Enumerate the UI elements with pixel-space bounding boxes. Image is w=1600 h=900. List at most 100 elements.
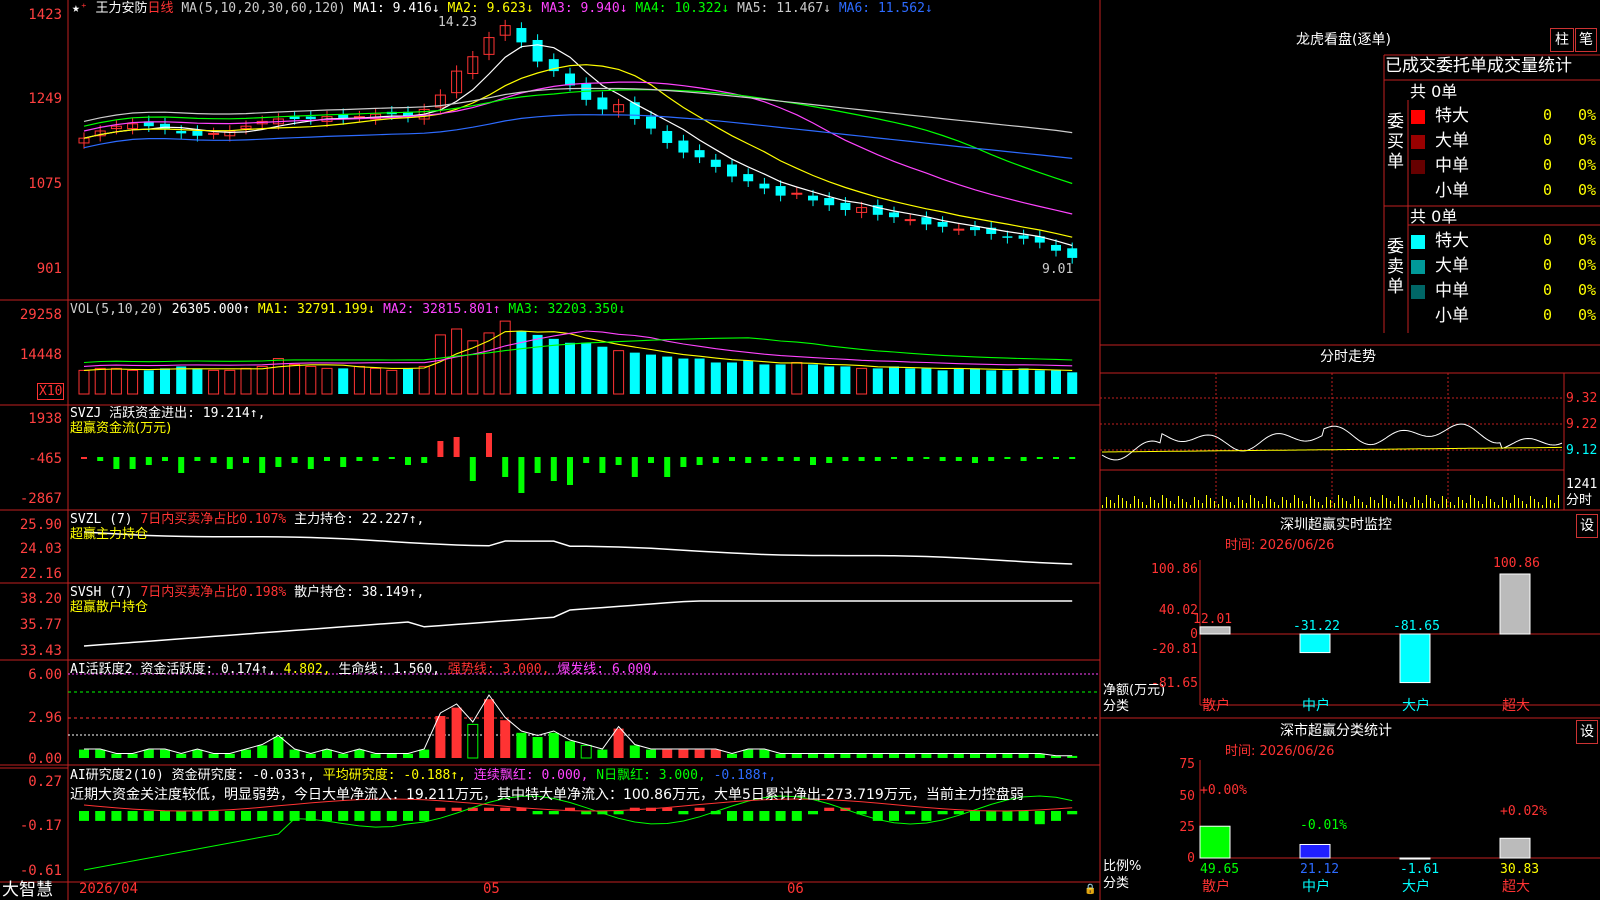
buy-swatch xyxy=(1411,185,1425,199)
intraday-volume-bar xyxy=(1406,502,1407,508)
activity-bar xyxy=(824,753,835,758)
ma4-value: MA4: 10.322↓ xyxy=(635,1,730,16)
intraday-volume-bar xyxy=(1198,500,1199,508)
intraday-volume-bar xyxy=(1246,503,1247,508)
bar-mode-button[interactable]: 柱 xyxy=(1550,28,1574,52)
svsh-title: 超赢散户持仓 xyxy=(70,600,149,615)
activity-bar xyxy=(565,741,575,758)
monitor-settings-button[interactable]: 设 xyxy=(1576,514,1598,538)
activity-bar xyxy=(208,753,219,758)
buy-row-pct: 0% xyxy=(1578,106,1597,124)
sell-swatch xyxy=(1411,235,1425,249)
volume-bar xyxy=(1018,368,1029,394)
intraday-volume-bar xyxy=(1302,501,1303,508)
intraday-volume-bar xyxy=(1298,498,1299,508)
svzl-tick: 22.16 xyxy=(19,566,62,582)
fund-flow-bar xyxy=(988,457,995,461)
research-bar xyxy=(824,807,835,811)
volume-bar xyxy=(662,356,673,394)
tick-mode-button[interactable]: 笔 xyxy=(1575,28,1597,52)
intraday-volume-bar xyxy=(1386,498,1387,508)
fund-flow-bar xyxy=(97,457,104,461)
research-bar xyxy=(986,811,997,821)
period-label[interactable]: 日线 xyxy=(148,1,174,16)
class-ylabel: 比例% xyxy=(1103,859,1142,874)
fund-flow-bar xyxy=(340,457,347,467)
ma5-value: MA5: 11.467↓ xyxy=(737,1,831,16)
class-settings-button[interactable]: 设 xyxy=(1576,720,1598,744)
candle-down xyxy=(759,183,770,189)
monitor-tick: 40.02 xyxy=(1158,603,1198,618)
svzj-title: 超赢资金流(万元) xyxy=(70,421,172,436)
research-bar xyxy=(208,811,219,821)
intraday-volume-bar xyxy=(1506,500,1507,508)
activity-bar xyxy=(629,745,640,758)
fund-flow-bar xyxy=(210,457,217,463)
fund-flow-bar xyxy=(793,457,800,461)
activity-bar xyxy=(516,732,527,758)
class-tick: 50 xyxy=(1179,789,1195,804)
volume-bar xyxy=(516,330,527,394)
candle-down xyxy=(889,212,899,218)
sell-row-pct: 0% xyxy=(1578,281,1597,299)
fund-flow-bar xyxy=(307,457,314,469)
intraday-volume-bar xyxy=(1426,495,1427,508)
intraday-volume-bar xyxy=(1282,497,1283,508)
activity-bar xyxy=(662,749,673,758)
intraday-volume-bar xyxy=(1454,505,1455,508)
intraday-volume-bar xyxy=(1522,501,1523,508)
research-bar xyxy=(889,811,899,821)
activity-bar xyxy=(889,753,899,758)
intraday-volume-bar xyxy=(1286,500,1287,508)
research-bar xyxy=(678,811,689,815)
monitor-xlabel: 分类 xyxy=(1103,699,1130,714)
intraday-volume-bar xyxy=(1338,495,1339,508)
ai1-lifeline: 生命线: 1.560, xyxy=(338,662,441,677)
volume-bar xyxy=(1002,370,1013,394)
volume-bar xyxy=(127,369,139,395)
intraday-volume-bar xyxy=(1418,500,1419,508)
volume-bar xyxy=(78,369,90,395)
main-legend: ★⁺ 王力安防日线 MA(5,10,20,30,60,120) MA1: 9.4… xyxy=(72,1,933,16)
main-chart-canvas[interactable] xyxy=(0,0,1600,900)
class-bar-value: 30.83 xyxy=(1500,862,1540,877)
fund-flow-bar xyxy=(1053,457,1059,459)
volume-bar xyxy=(1067,372,1078,394)
lock-icon[interactable]: 🔒 xyxy=(1084,882,1096,897)
brand-logo[interactable]: 大智慧 xyxy=(2,881,53,900)
research-bar xyxy=(775,811,786,821)
sell-row-pct: 0% xyxy=(1578,231,1597,249)
candle-up xyxy=(208,132,220,135)
class-bar-pct: +0.00% xyxy=(1200,783,1247,798)
research-bar xyxy=(921,811,932,821)
price-tick: 1075 xyxy=(28,176,62,192)
research-bar xyxy=(759,811,770,821)
volume-bar xyxy=(565,342,575,394)
ai2-tick: 0.27 xyxy=(28,774,62,790)
star-icon[interactable]: ★ xyxy=(72,1,80,16)
ma-line-1 xyxy=(83,44,1073,247)
volume-bar xyxy=(759,364,770,394)
intraday-volume-bar xyxy=(1218,504,1219,508)
sell-row-name: 大单 xyxy=(1435,256,1469,276)
vol-legend: VOL(5,10,20) 26305.000↑ MA1: 32791.199↓ … xyxy=(70,302,626,317)
buy-total: 共 0单 xyxy=(1410,82,1458,101)
intraday-vol-label: 1241 xyxy=(1566,477,1598,492)
fund-flow-bar xyxy=(842,457,849,461)
candle-down xyxy=(694,150,705,158)
intraday-tick: 9.12 xyxy=(1566,443,1598,458)
monitor-tick: 0 xyxy=(1190,627,1198,642)
ma-params: MA(5,10,20,30,60,120) xyxy=(181,1,346,16)
intraday-volume-bar xyxy=(1550,500,1551,508)
fund-flow-bar xyxy=(437,441,444,457)
intraday-volume-bar xyxy=(1130,504,1131,508)
fund-flow-bar xyxy=(745,457,752,463)
research-bar xyxy=(791,811,802,821)
fund-flow-bar xyxy=(502,457,509,477)
fund-flow-bar xyxy=(907,457,914,461)
class-category: 大户 xyxy=(1402,879,1430,895)
fund-flow-bar xyxy=(534,457,541,473)
intraday-volume-bar xyxy=(1554,503,1555,508)
intraday-volume-bar xyxy=(1158,503,1159,508)
ma-line-5 xyxy=(83,87,1073,134)
